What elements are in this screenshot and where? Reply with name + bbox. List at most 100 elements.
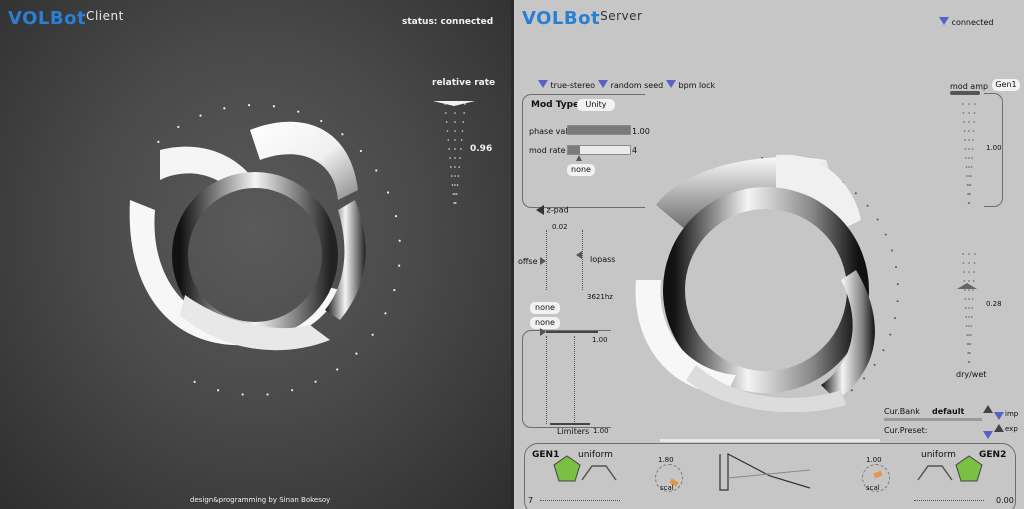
tick-dot: [445, 112, 447, 114]
tick-dot: [969, 193, 971, 195]
mod-amp-handle[interactable]: [950, 91, 980, 95]
tick-dot: [247, 104, 251, 107]
tick-dot: [386, 191, 390, 194]
tick-dot: [464, 103, 466, 105]
tick-dot: [965, 157, 967, 159]
gen-select[interactable]: Gen1: [992, 79, 1020, 91]
tick-dot: [971, 298, 974, 300]
bottom-right-slider[interactable]: [914, 500, 984, 501]
gen1-dist-shape-icon: [581, 465, 617, 481]
tick-dot: [968, 271, 970, 273]
tick-dot: [863, 377, 866, 380]
tick-dot: [450, 175, 453, 177]
random-seed-label: random seed: [610, 81, 664, 90]
bank-up-button[interactable]: [983, 405, 993, 413]
cur-preset-label: Cur.Preset:: [884, 426, 928, 435]
offset-slider-track[interactable]: [546, 230, 548, 290]
tick-dot: [973, 121, 975, 123]
lowpass-handle-icon[interactable]: [576, 251, 582, 259]
tick-dot: [968, 262, 970, 264]
cur-bank-value[interactable]: default: [932, 407, 964, 416]
mod-rate-slider[interactable]: [567, 145, 631, 155]
gen2-label: GEN2: [979, 450, 1007, 460]
dry-wet-label: dry/wet: [956, 370, 987, 379]
tick-dot: [968, 334, 970, 336]
random-seed-toggle[interactable]: random seed: [598, 80, 663, 90]
gen1-knob-value: 1.80: [658, 456, 674, 464]
tick-dot: [866, 204, 869, 207]
tick-dot: [962, 103, 964, 105]
tick-dot: [966, 334, 968, 336]
tick-dot: [968, 166, 970, 168]
tick-dot: [968, 112, 970, 114]
offset-handle-icon[interactable]: [540, 257, 546, 265]
tick-dot: [974, 253, 976, 255]
tick-dot: [199, 114, 202, 117]
mod-rate-none-select[interactable]: none: [567, 164, 595, 176]
tick-dot: [973, 271, 975, 273]
bpm-lock-toggle[interactable]: bpm lock: [666, 80, 715, 90]
connected-indicator[interactable]: connected: [939, 17, 993, 27]
mod-type-select[interactable]: Unity: [577, 99, 615, 111]
limiter-slider-a[interactable]: [546, 336, 548, 424]
phase-val-slider[interactable]: [567, 125, 631, 135]
tick-dot: [394, 214, 398, 218]
bottom-left-value: 7: [528, 496, 534, 505]
mod-amp-value: 1.00: [986, 144, 1002, 152]
true-stereo-toggle[interactable]: true-stereo: [538, 80, 595, 90]
lowpass-slider-track[interactable]: [582, 230, 584, 290]
server-visual-ring: [663, 187, 869, 393]
bottom-right-value: 0.00: [996, 496, 1014, 505]
server-brand: VOLBot: [522, 8, 601, 29]
tick-dot: [884, 233, 887, 236]
tick-dot: [446, 130, 449, 132]
tick-dot: [359, 149, 362, 153]
tick-dot: [968, 175, 970, 177]
tick-dot: [970, 325, 973, 327]
tick-dot: [454, 103, 456, 105]
bottom-left-slider[interactable]: [540, 500, 620, 501]
none-select-1[interactable]: none: [530, 302, 560, 314]
tick-dot: [463, 112, 465, 114]
lowpass-value: 3621hz: [587, 293, 613, 301]
connected-label: connected: [951, 18, 994, 27]
import-icon: [994, 412, 1004, 420]
dry-wet-handle-icon[interactable]: [957, 283, 977, 289]
tick-dot: [962, 253, 964, 255]
tick-dot: [968, 325, 970, 327]
tick-dot: [873, 363, 876, 366]
tick-dot: [449, 157, 451, 159]
z-pad-toggle[interactable]: z-pad: [536, 205, 569, 215]
tick-dot: [398, 239, 401, 242]
tick-dot: [965, 325, 968, 327]
gen2-knob-label: scal: [866, 484, 880, 492]
gen1-dist-label[interactable]: uniform: [578, 450, 613, 460]
limiter-top-value: 1.00: [592, 336, 608, 344]
tick-dot: [971, 157, 973, 159]
tick-dot: [454, 139, 456, 141]
tick-dot: [968, 289, 970, 291]
limiter-slider-b[interactable]: [574, 336, 576, 424]
tick-dot: [968, 157, 970, 159]
lowpass-label: lopass: [590, 255, 616, 264]
preset-down-icon: [983, 431, 993, 439]
tick-dot: [968, 202, 971, 204]
export-button[interactable]: [994, 424, 1004, 432]
mod-amp-ticks: [962, 103, 976, 204]
section-divider: [660, 439, 880, 442]
import-button[interactable]: [994, 405, 1004, 424]
tick-dot: [971, 148, 974, 150]
gen2-dist-label[interactable]: uniform: [921, 450, 956, 460]
preset-down-button[interactable]: [983, 424, 993, 443]
relative-rate-slider[interactable]: [431, 92, 477, 106]
limiters-frame: [522, 330, 611, 428]
limiter-top-line: [546, 331, 598, 333]
tick-dot: [398, 264, 401, 267]
tick-dot: [969, 184, 972, 186]
tick-dot: [971, 307, 974, 309]
tick-dot: [375, 169, 378, 172]
tick-dot: [454, 121, 456, 123]
toggle-triangle-icon: [666, 80, 676, 88]
phase-val-label: phase val.: [529, 127, 571, 136]
tick-dot: [968, 280, 970, 282]
